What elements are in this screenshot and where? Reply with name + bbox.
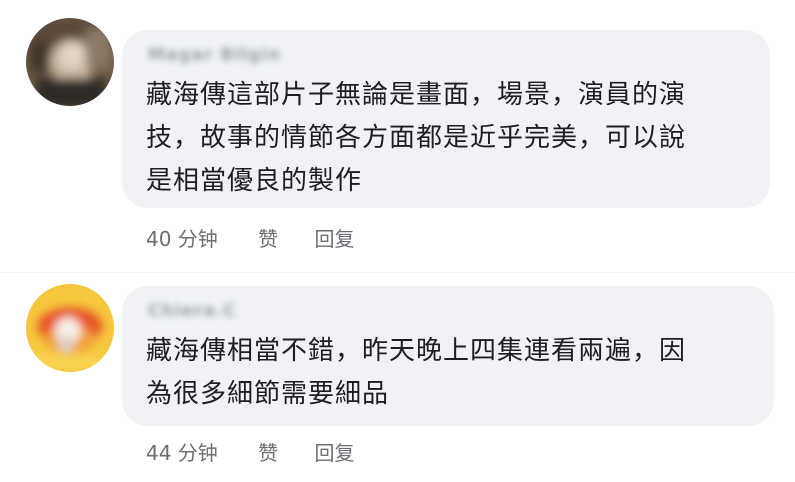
blurred-photo-avatar-icon (26, 18, 114, 106)
author-name[interactable]: Chiera.C (148, 300, 750, 324)
reply-button[interactable]: 回复 (315, 438, 355, 468)
like-button[interactable]: 赞 (258, 224, 278, 254)
comment-line: 為很多細節需要細品 (146, 379, 390, 409)
timestamp[interactable]: 44 分钟 (146, 438, 218, 468)
author-name[interactable]: Magar Bilgin (148, 44, 746, 68)
timestamp[interactable]: 40 分钟 (146, 224, 218, 254)
avatar[interactable] (26, 18, 114, 106)
comment-actions: 44 分钟 赞 回复 (146, 438, 355, 468)
blurred-cartoon-avatar-icon (26, 284, 114, 372)
comment-actions: 40 分钟 赞 回复 (146, 224, 355, 254)
comment-line: 藏海傳這部片子無論是畫面，場景，演員的演 (146, 80, 687, 110)
comment-bubble: Chiera.C 藏海傳相當不錯，昨天晚上四集連看兩遍，因 為很多細節需要細品 (122, 286, 774, 426)
comment-line: 是相當優良的製作 (146, 166, 363, 196)
comment-text: 藏海傳相當不錯，昨天晚上四集連看兩遍，因 為很多細節需要細品 (146, 330, 750, 416)
comment-line: 藏海傳相當不錯，昨天晚上四集連看兩遍，因 (146, 336, 687, 366)
comment-text: 藏海傳這部片子無論是畫面，場景，演員的演 技，故事的情節各方面都是近乎完美，可以… (146, 74, 746, 203)
divider (0, 272, 795, 273)
comment-bubble: Magar Bilgin 藏海傳這部片子無論是畫面，場景，演員的演 技，故事的情… (122, 30, 770, 208)
comment-line: 技，故事的情節各方面都是近乎完美，可以說 (146, 123, 687, 153)
avatar[interactable] (26, 284, 114, 372)
reply-button[interactable]: 回复 (315, 224, 355, 254)
like-button[interactable]: 赞 (258, 438, 278, 468)
